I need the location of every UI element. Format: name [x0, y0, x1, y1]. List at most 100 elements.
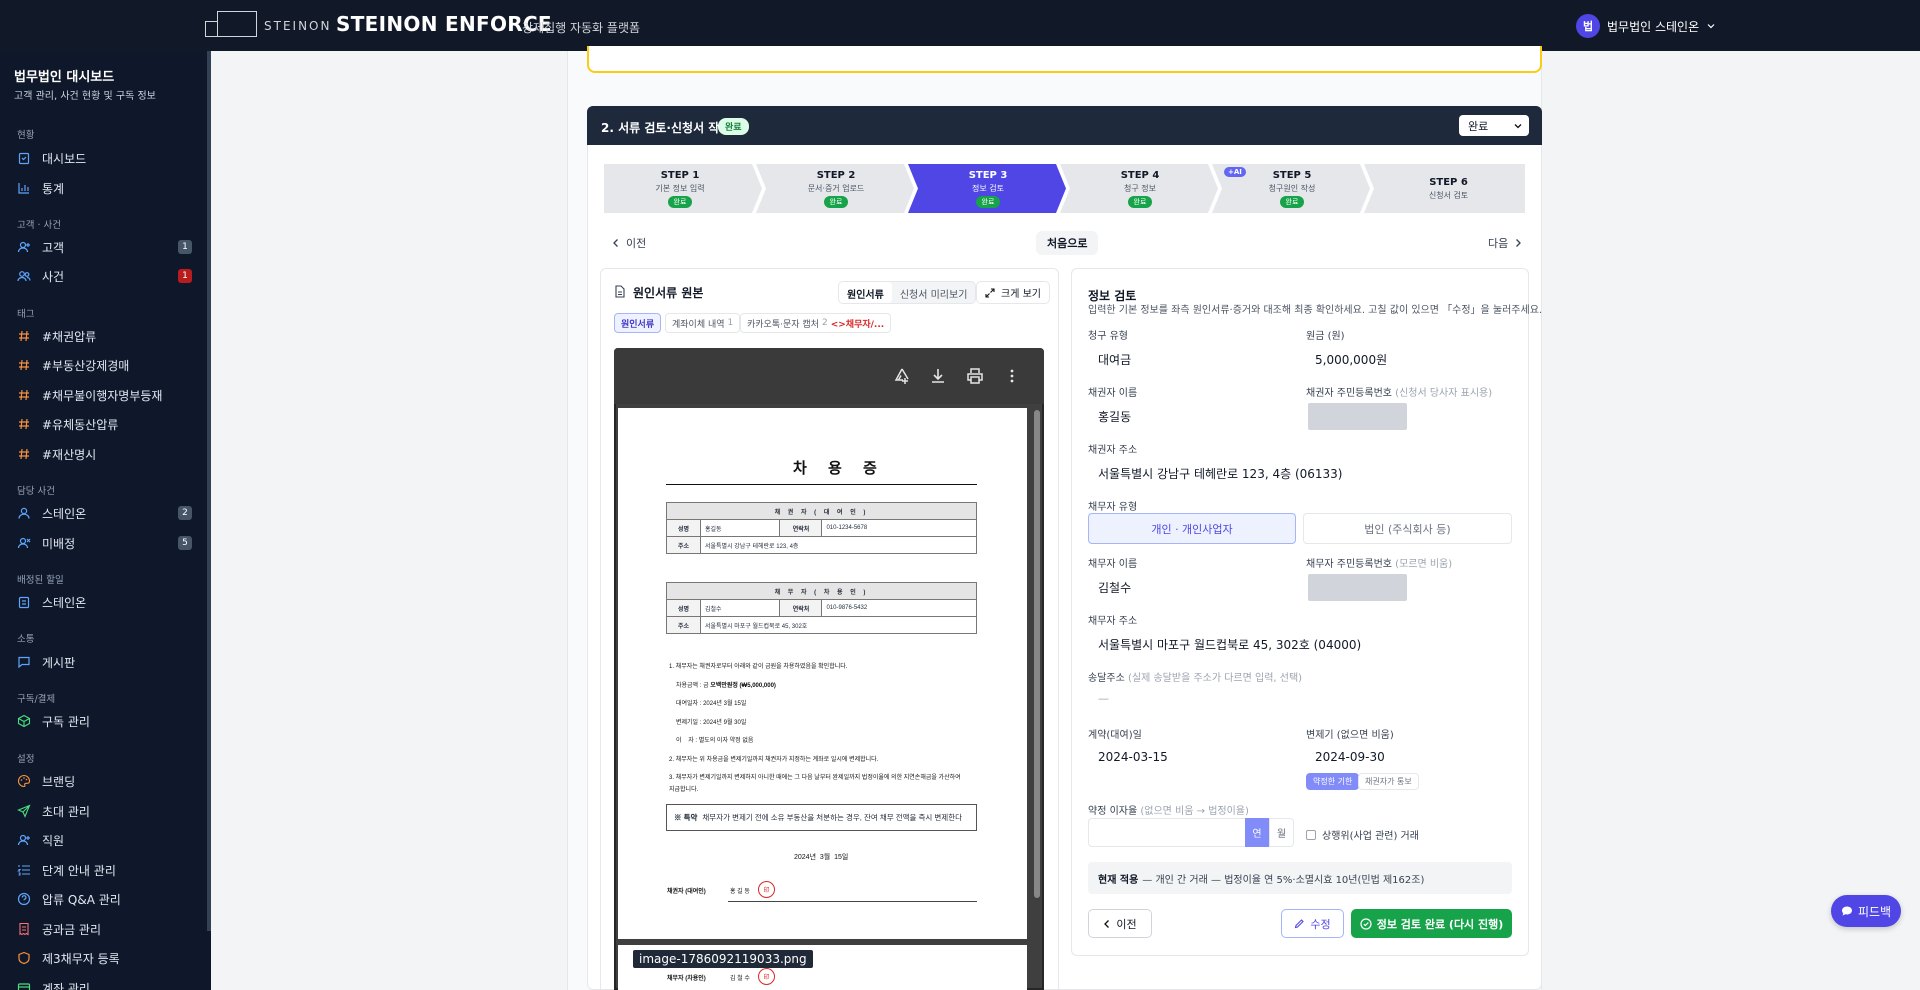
creditor-rrn-masked[interactable]: [1308, 403, 1407, 430]
brand-subtitle: 강제집행 자동화 플랫폼: [522, 21, 641, 35]
go-first-button[interactable]: 처음으로: [1036, 231, 1099, 255]
drive-add-icon[interactable]: [893, 367, 911, 385]
due-date-value[interactable]: 2024-09-30: [1315, 750, 1385, 764]
sidebar-item-stats[interactable]: 통계: [17, 177, 192, 199]
notice-text: — 개인 간 거래 — 법정이율 연 5%·소멸시효 10년(민법 제162조): [1142, 874, 1425, 886]
previous-section-card: [587, 46, 1542, 73]
step-4[interactable]: STEP 4 청구 정보 완료: [1064, 164, 1216, 213]
delivery-addr-value[interactable]: —: [1098, 692, 1109, 705]
tab-application-preview[interactable]: 신청서 미리보기: [892, 282, 976, 303]
step-2[interactable]: STEP 2 문서·증거 업로드 완료: [760, 164, 912, 213]
doc-chip-kakao[interactable]: 카카오톡·문자 캡처 2 <>채무자/...: [740, 313, 892, 333]
tab-original[interactable]: 원인서류: [839, 282, 892, 303]
sidebar-item-label: 브랜딩: [42, 774, 76, 789]
debtor-type-corp-option[interactable]: 법인 (주식회사 등): [1303, 513, 1512, 544]
logo-text: STEINON: [264, 19, 332, 33]
expand-label: 크게 보기: [1001, 289, 1041, 300]
creditor-name-value[interactable]: 홍길동: [1098, 408, 1131, 425]
sidebar-item-tag[interactable]: #부동산강제경매: [17, 354, 192, 376]
avatar: 법: [1576, 14, 1600, 38]
merchant-checkbox[interactable]: [1306, 830, 1316, 840]
principal-value[interactable]: 5,000,000원: [1315, 351, 1387, 368]
user-menu[interactable]: 법 법무법인 스테인온: [1576, 14, 1716, 38]
sidebar-item-public-fee[interactable]: 공과금 관리: [17, 918, 192, 940]
step-prev-label: 이전: [626, 237, 647, 250]
due-option-notice[interactable]: 채권자가 통보: [1358, 773, 1419, 790]
sidebar-item-cases[interactable]: 사건 1: [17, 265, 192, 287]
expand-button[interactable]: 크게 보기: [976, 281, 1050, 304]
contract-loan-date: 대여일자 : 2024년 3월 15일: [676, 701, 747, 707]
debtor-name-value[interactable]: 김철수: [1098, 579, 1131, 596]
step-prev-link[interactable]: 이전: [612, 235, 646, 251]
sidebar-item-todo-steinon[interactable]: 스테인온: [17, 591, 192, 613]
clipboard-list-icon: [18, 596, 30, 609]
complete-review-button[interactable]: 정보 검토 완료 (다시 진행): [1351, 909, 1512, 938]
doc-chip-cause[interactable]: 원인서류: [614, 313, 662, 333]
sidebar-item-account[interactable]: 계좌 관리: [17, 977, 192, 990]
sidebar-item-qa[interactable]: 압류 Q&A 관리: [17, 888, 192, 910]
rate-unit-month[interactable]: 월: [1269, 818, 1294, 847]
sidebar-item-subscription[interactable]: 구독 관리: [17, 710, 192, 732]
sidebar-item-invite[interactable]: 초대 관리: [17, 800, 192, 822]
sidebar-item-label: 대시보드: [42, 151, 87, 166]
step-desc: 문서·증거 업로드: [807, 183, 865, 193]
help-circle-icon: [17, 892, 31, 906]
chevron-down-icon: [1514, 124, 1522, 129]
creditor-addr-value[interactable]: 서울특별시 강남구 테헤란로 123, 4층 (06133): [1098, 465, 1342, 482]
due-option-agreed[interactable]: 약정한 기한: [1306, 773, 1360, 790]
debtor-rrn-label: 채무자 주민등록번호 (모르면 비움): [1306, 555, 1452, 570]
more-vertical-icon[interactable]: [1004, 367, 1020, 385]
claim-type-value[interactable]: 대여금: [1098, 351, 1131, 368]
download-icon[interactable]: [929, 367, 947, 385]
count-badge: 1: [178, 269, 192, 283]
sidebar-item-tag[interactable]: #채권압류: [17, 325, 192, 347]
debtor-type-individual-option[interactable]: 개인 · 개인사업자: [1088, 513, 1296, 544]
step-3[interactable]: STEP 3 정보 검토 완료: [912, 164, 1064, 213]
rate-unit-year[interactable]: 연: [1245, 818, 1269, 847]
doc-chip-transfer[interactable]: 계좌이체 내역 1: [665, 313, 741, 333]
debtor-rrn-masked[interactable]: [1308, 574, 1407, 601]
user-plus-icon: [17, 834, 30, 846]
count-badge: 2: [178, 506, 192, 520]
sidebar-item-label: 스테인온: [42, 506, 87, 521]
creditor-addr-label: 채권자 주소: [1088, 445, 1138, 456]
prev-button[interactable]: 이전: [1088, 909, 1152, 938]
steinon-logo-icon[interactable]: [205, 11, 257, 37]
phone-label: 연락처: [779, 599, 823, 617]
title-underline: [666, 484, 977, 485]
sidebar-item-branding[interactable]: 브랜딩: [17, 770, 192, 792]
sidebar-item-steinon[interactable]: 스테인온 2: [17, 502, 192, 524]
step-next-link[interactable]: 다음: [1488, 235, 1522, 251]
sidebar-item-third-party[interactable]: 제3채무자 등록: [17, 947, 192, 969]
principal-label: 원금 (원): [1306, 331, 1345, 342]
print-icon[interactable]: [966, 367, 984, 385]
edit-button[interactable]: 수정: [1281, 909, 1344, 938]
sidebar-scrollbar[interactable]: [207, 51, 211, 931]
contract-date: 2024년 3월 15일: [794, 854, 849, 861]
sidebar-item-dashboard[interactable]: 대시보드: [17, 147, 192, 169]
step-label: STEP 3: [968, 169, 1008, 181]
viewer-scrollbar[interactable]: [1034, 410, 1040, 898]
step-6[interactable]: STEP 6 신청서 검토: [1372, 164, 1525, 213]
rate-input[interactable]: [1088, 818, 1245, 847]
sidebar-item-steps-guide[interactable]: 단계 안내 관리: [17, 859, 192, 881]
sidebar-item-tag[interactable]: #재산명시: [17, 443, 192, 465]
sidebar-item-staff[interactable]: 직원: [17, 829, 192, 851]
step-1[interactable]: STEP 1 기본 정보 입력 완료: [604, 164, 756, 213]
user-name: 법무법인 스테인온: [1607, 19, 1700, 34]
sidebar-item-tag[interactable]: #유체동산압류: [17, 413, 192, 435]
debtor-addr-value[interactable]: 서울특별시 마포구 월드컵북로 45, 302호 (04000): [1098, 636, 1361, 653]
sidebar-item-label: 게시판: [42, 655, 76, 670]
creditor-header: 채 권 자 ( 대 여 인 ): [666, 502, 977, 520]
sidebar-item-unassigned[interactable]: 미배정 5: [17, 532, 192, 554]
status-select[interactable]: 완료: [1459, 115, 1529, 136]
brand-name[interactable]: STEINON ENFORCE: [336, 12, 552, 36]
prev-button-label: 이전: [1116, 917, 1137, 931]
sidebar-item-board[interactable]: 게시판: [17, 651, 192, 673]
creditor-phone: 010-1234-5678: [821, 519, 977, 537]
contract-date-value[interactable]: 2024-03-15: [1098, 750, 1168, 764]
feedback-button[interactable]: 피드백: [1831, 895, 1901, 927]
sidebar-item-clients[interactable]: 고객 1: [17, 236, 192, 258]
sidebar-item-tag[interactable]: #채무불이행자명부등재: [17, 384, 192, 406]
contract-interest: 이 자 : 별도의 이자 약정 없음: [676, 738, 754, 744]
